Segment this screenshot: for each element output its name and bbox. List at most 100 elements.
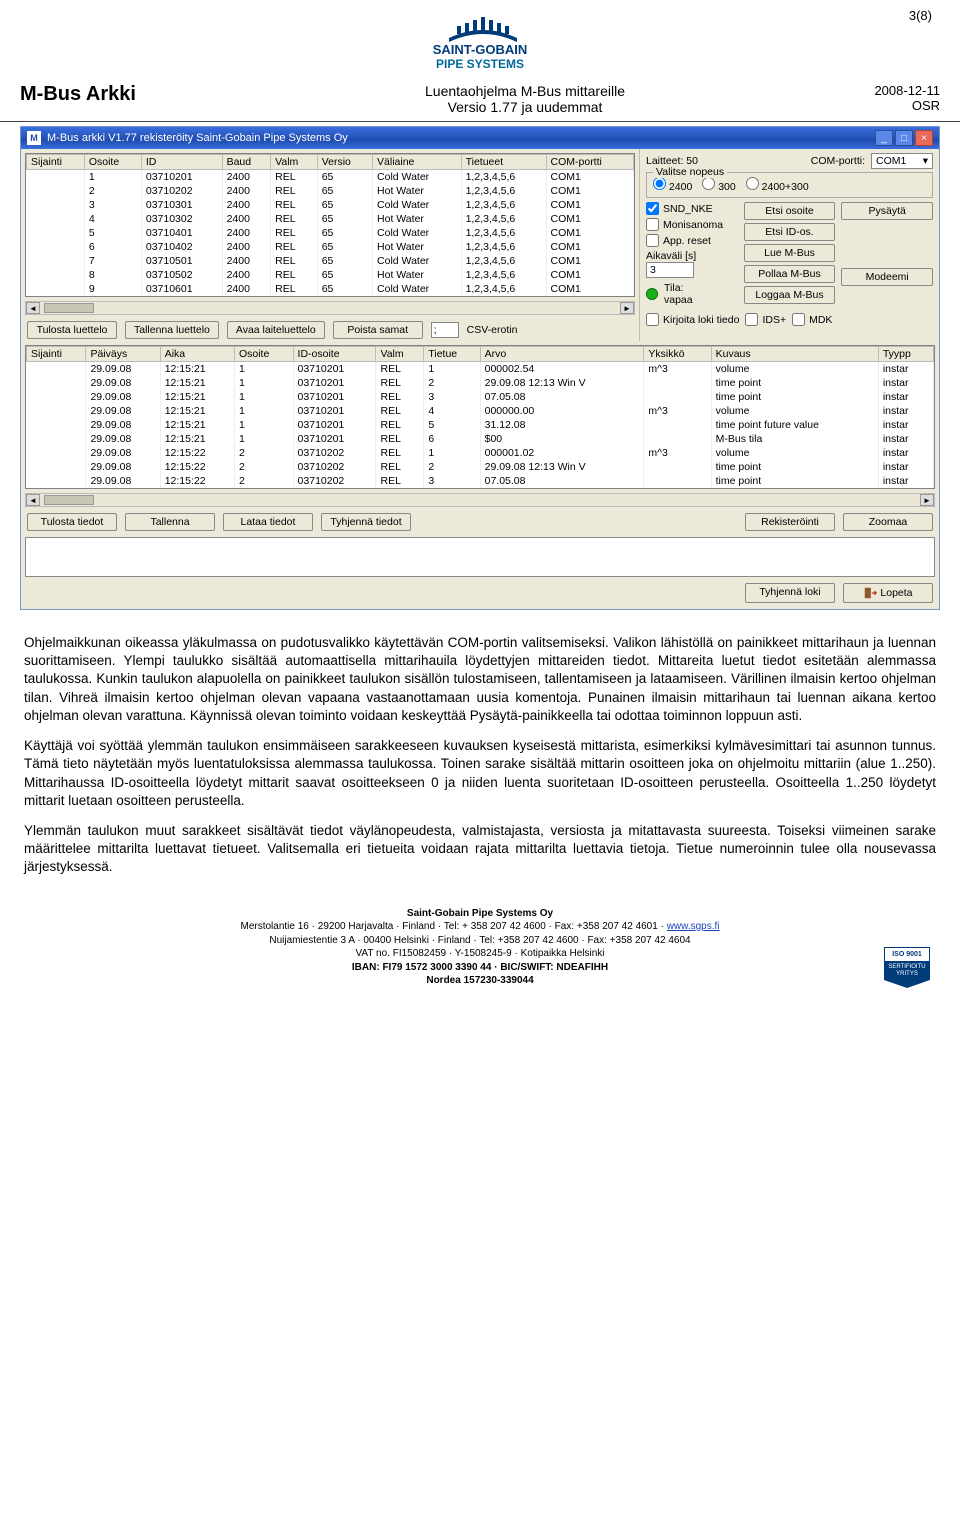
table-row[interactable]: 29.09.0812:15:21103710201REL1000002.54m^… bbox=[27, 362, 934, 377]
scroll-thumb[interactable] bbox=[44, 303, 94, 313]
find-address-button[interactable]: Etsi osoite bbox=[744, 202, 836, 220]
speed-radio-2400-300[interactable]: 2400+300 bbox=[746, 177, 809, 193]
table-cell: 03710201 bbox=[293, 376, 376, 390]
print-list-button[interactable]: Tulosta luettelo bbox=[27, 321, 117, 339]
brand-logo: SAINT-GOBAIN PIPE SYSTEMS bbox=[20, 12, 940, 75]
close-button[interactable]: × bbox=[915, 130, 933, 146]
table-cell bbox=[27, 170, 85, 185]
column-header[interactable]: Väliaine bbox=[373, 155, 462, 170]
read-mbus-button[interactable]: Lue M-Bus bbox=[744, 244, 836, 262]
maximize-button[interactable]: □ bbox=[895, 130, 913, 146]
snd-nke-checkbox[interactable]: SND_NKE bbox=[646, 202, 738, 215]
column-header[interactable]: Sijainti bbox=[27, 155, 85, 170]
footer-line-1: Merstolantie 16 · 29200 Harjavalta · Fin… bbox=[241, 921, 667, 932]
save-data-button[interactable]: Tallenna bbox=[125, 513, 215, 531]
monisanoma-checkbox[interactable]: Monisanoma bbox=[646, 218, 738, 231]
print-data-button[interactable]: Tulosta tiedot bbox=[27, 513, 117, 531]
remove-duplicates-button[interactable]: Poista samat bbox=[333, 321, 423, 339]
table-cell: 29.09.08 bbox=[86, 376, 160, 390]
table-row[interactable]: 5037104012400REL65Cold Water1,2,3,4,5,6C… bbox=[27, 226, 634, 240]
table-row[interactable]: 8037105022400REL65Hot Water1,2,3,4,5,6CO… bbox=[27, 268, 634, 282]
csv-separator-input[interactable] bbox=[431, 322, 459, 338]
appreset-checkbox[interactable]: App. reset bbox=[646, 234, 738, 247]
table-cell: 29.09.08 bbox=[86, 474, 160, 488]
scroll-left-icon[interactable]: ◄ bbox=[26, 494, 40, 506]
footer-line-3: VAT no. FI15082459 · Y-1508245-9 · Kotip… bbox=[355, 948, 604, 959]
footer-line-2: Nuijamiestentie 3 A · 00400 Helsinki · F… bbox=[269, 935, 690, 946]
column-header[interactable]: Aika bbox=[160, 347, 234, 362]
log-mbus-button[interactable]: Loggaa M-Bus bbox=[744, 286, 836, 304]
scrollbar-horizontal-2[interactable]: ◄ ► bbox=[25, 493, 935, 507]
column-header[interactable]: Kuvaus bbox=[711, 347, 878, 362]
table-row[interactable]: 4037103022400REL65Hot Water1,2,3,4,5,6CO… bbox=[27, 212, 634, 226]
ids-checkbox[interactable]: IDS+ bbox=[745, 313, 786, 326]
scroll-right-icon[interactable]: ► bbox=[920, 494, 934, 506]
scroll-thumb[interactable] bbox=[44, 495, 94, 505]
table-row[interactable]: 29.09.0812:15:21103710201REL531.12.08tim… bbox=[27, 418, 934, 432]
table-row[interactable]: 9037106012400REL65Cold Water1,2,3,4,5,6C… bbox=[27, 282, 634, 296]
table-cell: 1,2,3,4,5,6 bbox=[461, 268, 546, 282]
product-title: M-Bus Arkki bbox=[20, 83, 230, 106]
column-header[interactable]: Yksikkö bbox=[644, 347, 711, 362]
zoom-button[interactable]: Zoomaa bbox=[843, 513, 933, 531]
table-row[interactable]: 7037105012400REL65Cold Water1,2,3,4,5,6C… bbox=[27, 254, 634, 268]
table-row[interactable]: 29.09.0812:15:22203710202REL229.09.08 12… bbox=[27, 460, 934, 474]
find-id-button[interactable]: Etsi ID-os. bbox=[744, 223, 836, 241]
column-header[interactable]: COM-portti bbox=[546, 155, 633, 170]
speed-radio-300[interactable]: 300 bbox=[702, 177, 735, 193]
column-header[interactable]: Päiväys bbox=[86, 347, 160, 362]
poll-mbus-button[interactable]: Pollaa M-Bus bbox=[744, 265, 836, 283]
column-header[interactable]: ID-osoite bbox=[293, 347, 376, 362]
table-row[interactable]: 3037103012400REL65Cold Water1,2,3,4,5,6C… bbox=[27, 198, 634, 212]
speed-radio-2400[interactable]: 2400 bbox=[653, 177, 692, 193]
column-header[interactable]: ID bbox=[141, 155, 222, 170]
table-row[interactable]: 29.09.0812:15:21103710201REL6$00M-Bus ti… bbox=[27, 432, 934, 446]
open-list-button[interactable]: Avaa laiteluettelo bbox=[227, 321, 325, 339]
stop-button[interactable]: Pysäytä bbox=[841, 202, 933, 220]
column-header[interactable]: Valm bbox=[271, 155, 318, 170]
table-row[interactable]: 29.09.0812:15:21103710201REL229.09.08 12… bbox=[27, 376, 934, 390]
column-header[interactable]: Osoite bbox=[234, 347, 293, 362]
column-header[interactable]: Tietue bbox=[424, 347, 480, 362]
mdk-checkbox[interactable]: MDK bbox=[792, 313, 832, 326]
table-row[interactable]: 29.09.0812:15:21103710201REL307.05.08tim… bbox=[27, 390, 934, 404]
column-header[interactable]: Tietueet bbox=[461, 155, 546, 170]
footer-website-link[interactable]: www.sgps.fi bbox=[667, 921, 720, 932]
table-cell: 65 bbox=[317, 198, 372, 212]
readings-table[interactable]: SijaintiPäiväysAikaOsoiteID-osoiteValmTi… bbox=[25, 345, 935, 489]
clear-log-button[interactable]: Tyhjennä loki bbox=[745, 583, 835, 603]
column-header[interactable]: Baud bbox=[222, 155, 271, 170]
devices-table[interactable]: SijaintiOsoiteIDBaudValmVersioVäliaineTi… bbox=[25, 153, 635, 297]
table-row[interactable]: 29.09.0812:15:22203710202REL1000001.02m^… bbox=[27, 446, 934, 460]
table-row[interactable]: 29.09.0812:15:22203710202REL307.05.08tim… bbox=[27, 474, 934, 488]
column-header[interactable]: Valm bbox=[376, 347, 424, 362]
registration-button[interactable]: Rekisteröinti bbox=[745, 513, 835, 531]
minimize-button[interactable]: _ bbox=[875, 130, 893, 146]
quit-button[interactable]: Lopeta bbox=[843, 583, 933, 603]
write-logfile-checkbox[interactable]: Kirjoita loki tiedo bbox=[646, 313, 739, 326]
column-header[interactable]: Arvo bbox=[480, 347, 644, 362]
table-cell: 03710202 bbox=[293, 474, 376, 488]
table-cell: 7 bbox=[84, 254, 141, 268]
modem-button[interactable]: Modeemi bbox=[841, 268, 933, 286]
table-row[interactable]: 29.09.0812:15:21103710201REL4000000.00m^… bbox=[27, 404, 934, 418]
table-cell: 03710201 bbox=[293, 432, 376, 446]
scrollbar-horizontal[interactable]: ◄ ► bbox=[25, 301, 635, 315]
log-output[interactable] bbox=[25, 537, 935, 577]
column-header[interactable]: Versio bbox=[317, 155, 372, 170]
scroll-right-icon[interactable]: ► bbox=[620, 302, 634, 314]
scroll-left-icon[interactable]: ◄ bbox=[26, 302, 40, 314]
load-data-button[interactable]: Lataa tiedot bbox=[223, 513, 313, 531]
clear-data-button[interactable]: Tyhjennä tiedot bbox=[321, 513, 411, 531]
interval-input[interactable] bbox=[646, 262, 694, 278]
window-title: M-Bus arkki V1.77 rekisteröity Saint-Gob… bbox=[47, 132, 348, 144]
comport-select[interactable]: COM1 ▾ bbox=[871, 153, 933, 169]
table-row[interactable]: 2037102022400REL65Hot Water1,2,3,4,5,6CO… bbox=[27, 184, 634, 198]
column-header[interactable]: Osoite bbox=[84, 155, 141, 170]
column-header[interactable]: Tyypp bbox=[878, 347, 933, 362]
save-list-button[interactable]: Tallenna luettelo bbox=[125, 321, 219, 339]
table-cell: 07.05.08 bbox=[480, 474, 644, 488]
column-header[interactable]: Sijainti bbox=[27, 347, 86, 362]
table-row[interactable]: 1037102012400REL65Cold Water1,2,3,4,5,6C… bbox=[27, 170, 634, 185]
table-row[interactable]: 6037104022400REL65Hot Water1,2,3,4,5,6CO… bbox=[27, 240, 634, 254]
